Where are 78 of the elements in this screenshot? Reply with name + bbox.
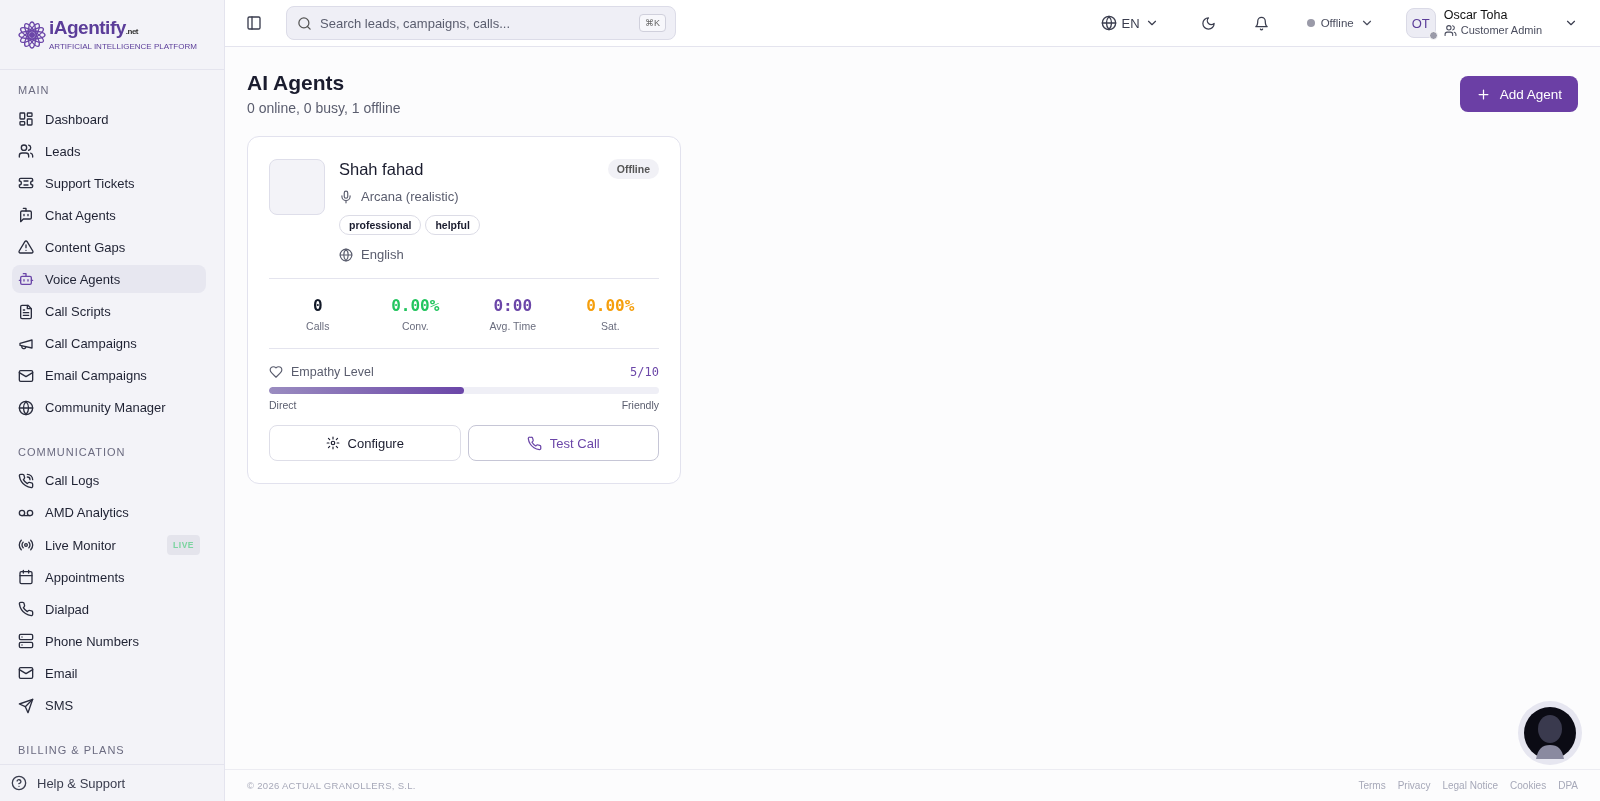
section-heading: COMMUNICATION	[17, 445, 127, 460]
sidebar-item[interactable]: Support Tickets	[12, 169, 206, 198]
mail-icon	[18, 665, 34, 682]
agent-language: English	[361, 247, 404, 262]
stat-value: 0	[312, 296, 323, 315]
globe-icon	[1100, 15, 1117, 31]
microphone-icon	[339, 189, 353, 204]
stat-value: 0.00%	[391, 296, 440, 315]
globe-icon	[339, 247, 353, 262]
sidebar-item[interactable]: Call Scripts	[12, 297, 206, 326]
send-icon	[18, 697, 34, 714]
stat-label: Conv.	[401, 320, 429, 332]
sidebar-item[interactable]: Dialpad	[12, 595, 206, 624]
voice-name: Arcana (realistic)	[361, 189, 459, 204]
sidebar-item[interactable]: Leads	[12, 137, 206, 166]
sidebar-item[interactable]: Community Manager	[12, 393, 206, 422]
sidebar-item[interactable]: Email Campaigns	[12, 361, 206, 390]
warning-icon	[18, 239, 34, 256]
live-badge: LIVE	[167, 535, 200, 556]
chat-bot-icon	[18, 207, 34, 224]
agent-summary: 0 online, 0 busy, 1 offline	[247, 100, 401, 116]
calendar-icon	[18, 569, 34, 586]
phone-icon	[18, 601, 34, 618]
help-icon	[11, 775, 27, 791]
status-selector[interactable]: Offline	[1302, 12, 1378, 34]
language-selector[interactable]: EN	[1096, 11, 1163, 35]
section-heading: BILLING & PLANS	[17, 743, 126, 758]
help-link[interactable]: Help & Support	[0, 764, 224, 801]
users-icon	[1443, 24, 1457, 37]
shortcut-hint: ⌘K	[639, 14, 666, 32]
document-icon	[18, 303, 34, 320]
agent-name: Shah fahad	[339, 159, 424, 179]
sidebar-item[interactable]: AMD Analytics	[12, 498, 206, 527]
sidebar-item[interactable]: Phone Numbers	[12, 627, 206, 656]
scale-min-label: Direct	[269, 399, 297, 411]
stat-label: Sat.	[600, 320, 620, 332]
empathy-reading: 5/10	[630, 365, 659, 379]
plus-icon	[1475, 86, 1491, 102]
user-avatar[interactable]: OT	[1405, 8, 1436, 38]
test-call-button[interactable]: Test Call	[467, 425, 659, 461]
grid-icon	[18, 111, 34, 127]
brand-logo: iAgentify.net	[49, 17, 140, 40]
user-role: Customer Admin	[1460, 23, 1542, 38]
assistant-avatar[interactable]	[1518, 701, 1582, 765]
status-badge: Offline	[607, 159, 659, 179]
sidebar-item[interactable]: Voice Agents	[12, 265, 206, 294]
flower-logo-icon	[18, 20, 46, 49]
heart-icon	[269, 365, 283, 379]
sidebar-item[interactable]: Dashboard	[12, 105, 206, 133]
sidebar-item[interactable]: Call Campaigns	[12, 329, 206, 358]
add-agent-button[interactable]: Add Agent	[1459, 76, 1578, 112]
empathy-label: Empathy Level	[291, 365, 374, 379]
page-title: AI Agents	[247, 71, 346, 95]
stat-value: 0:00	[493, 296, 532, 315]
stat-label: Calls	[306, 320, 330, 332]
sidebar-item[interactable]: Content Gaps	[12, 233, 206, 262]
sidebar-item[interactable]: Live Monitor LIVE	[12, 531, 206, 560]
stat-value: 0.00%	[586, 296, 635, 315]
sidebar-item[interactable]: Chat Agents	[12, 201, 206, 230]
sidebar-item[interactable]: Call Logs	[12, 466, 206, 495]
sidebar-item[interactable]: Email	[12, 659, 206, 688]
stat-label: Avg. Time	[489, 320, 536, 332]
scale-max-label: Friendly	[621, 399, 659, 411]
users-icon	[18, 143, 34, 160]
user-name: Oscar Toha	[1443, 8, 1509, 23]
sidebar-item[interactable]: SMS	[12, 691, 206, 720]
globe-icon	[18, 399, 34, 416]
section-heading: MAIN	[17, 84, 51, 98]
mail-icon	[18, 367, 34, 384]
sidebar-item[interactable]: Appointments	[12, 563, 206, 592]
copyright: © 2026 ACTUAL GRANOLLERS, S.L.	[247, 780, 416, 791]
robot-icon	[18, 271, 34, 288]
agent-avatar	[269, 159, 325, 215]
phone-icon	[18, 472, 34, 489]
configure-button[interactable]: Configure	[269, 425, 461, 461]
brand-tagline: ARTIFICIAL INTELLIGENCE PLATFORM	[49, 41, 197, 52]
server-icon	[18, 633, 34, 650]
phone-icon	[526, 435, 542, 451]
